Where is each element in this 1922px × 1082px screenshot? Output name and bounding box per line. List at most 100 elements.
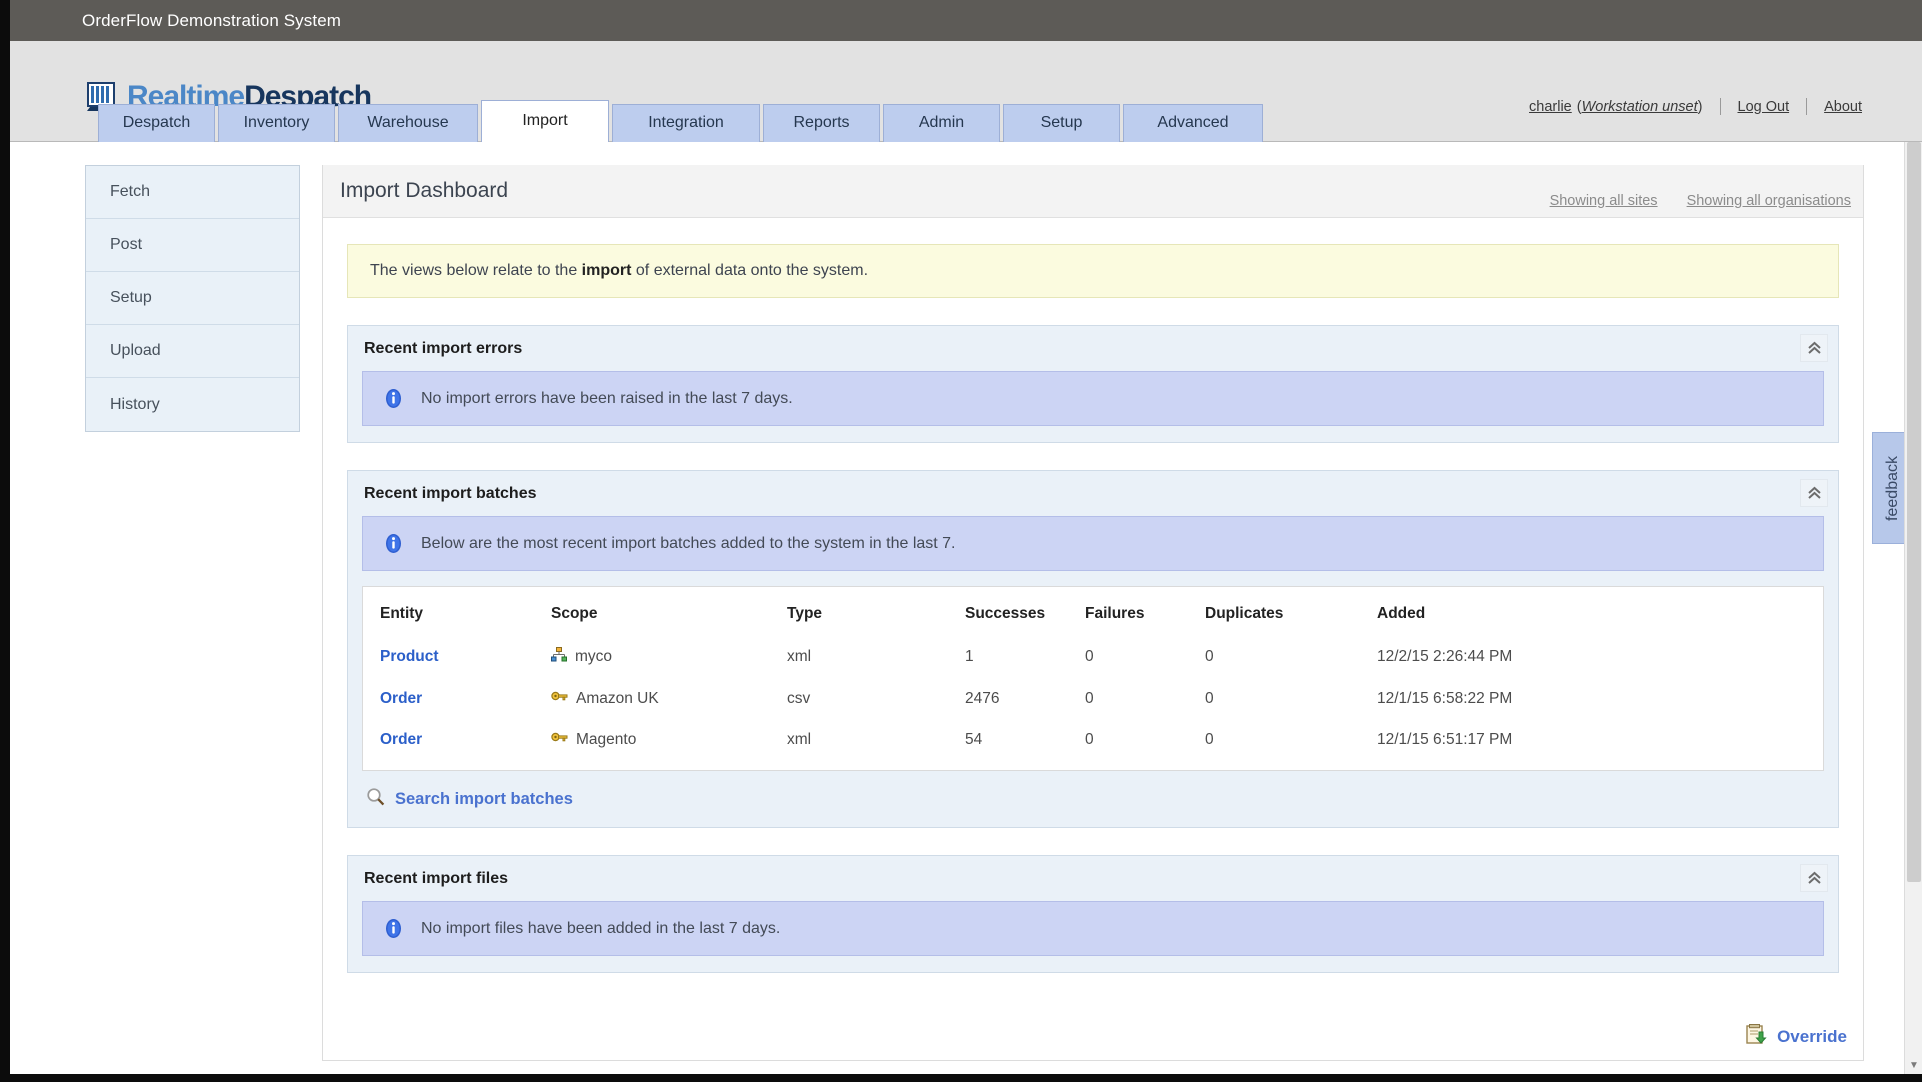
window-left-edge: [0, 0, 10, 1082]
cell-entity: Product: [363, 636, 551, 678]
cell-scope: Amazon UK: [551, 678, 787, 719]
userbar-divider-2: [1806, 98, 1808, 115]
workstation-link[interactable]: Workstation unset: [1582, 99, 1698, 115]
column-header-entity: Entity: [380, 605, 424, 622]
scope-filter-links: Showing all sites Showing all organisati…: [1550, 193, 1851, 209]
cell-duplicates: 0: [1205, 689, 1214, 707]
tab-integration[interactable]: Integration: [612, 104, 760, 142]
double-chevron-up-icon[interactable]: [1800, 479, 1828, 507]
tab-advanced[interactable]: Advanced: [1123, 104, 1263, 142]
window-title: OrderFlow Demonstration System: [82, 10, 342, 30]
cell-added: 12/2/15 2:26:44 PM: [1377, 648, 1513, 665]
entity-link[interactable]: Order: [380, 690, 422, 707]
cell-failures: 0: [1085, 730, 1094, 748]
import-batches-table: Entity Scope Type Successes Failures Duplicat…: [363, 593, 1823, 760]
cell-successes: 1: [965, 648, 974, 665]
tab-despatch[interactable]: Despatch: [98, 104, 215, 142]
info-message-errors-text: No import errors have been raised in the…: [421, 389, 793, 407]
clipboard-download-icon: [1745, 1023, 1767, 1050]
scrollbar-thumb[interactable]: [1907, 142, 1921, 882]
cell-entity: Order: [363, 678, 551, 719]
sidebar-item-setup[interactable]: Setup: [86, 272, 299, 325]
page-content: Fetch Post Setup Upload History Import Dashb…: [10, 142, 1922, 1074]
sidebar-menu: Fetch Post Setup Upload History: [85, 165, 300, 432]
cell-scope: Magento: [551, 719, 787, 760]
info-icon: [383, 388, 404, 409]
sidebar-item-fetch[interactable]: Fetch: [86, 166, 299, 219]
entity-link[interactable]: Order: [380, 731, 422, 748]
cell-failures: 0: [1085, 689, 1094, 707]
cell-failures: 0: [1085, 648, 1094, 665]
cell-type: csv: [787, 689, 811, 707]
cell-successes: 2476: [965, 689, 1000, 707]
sidebar-item-upload[interactable]: Upload: [86, 325, 299, 378]
page-title: Import Dashboard: [340, 179, 509, 202]
main-panel: Import Dashboard Showing all sites Showi…: [322, 165, 1864, 1061]
showing-all-organisations-link[interactable]: Showing all organisations: [1687, 193, 1851, 209]
tab-reports[interactable]: Reports: [763, 104, 880, 142]
column-header-type: Type: [787, 605, 823, 622]
scope-label: Magento: [576, 730, 637, 748]
panel-body-files: No import files have been added in the l…: [348, 901, 1838, 972]
override-row: Override: [1745, 1023, 1847, 1050]
table-row: Order Amazon UK csv 2476 0 0 12/1/15 6:58:22 P…: [363, 678, 1823, 719]
notice-text-before: The views below relate to the: [370, 262, 582, 279]
panel-recent-import-batches: Recent import batches Below are the most…: [347, 470, 1839, 828]
info-message-files-text: No import files have been added in the l…: [421, 919, 781, 937]
cell-type: xml: [787, 648, 812, 665]
override-link[interactable]: Override: [1777, 1027, 1847, 1047]
tab-setup[interactable]: Setup: [1003, 104, 1120, 142]
feedback-label: feedback: [1883, 455, 1901, 521]
info-message-errors: No import errors have been raised in the…: [362, 371, 1824, 426]
notice-text-after: of external data onto the system.: [631, 262, 869, 279]
main-panel-header: Import Dashboard Showing all sites Showi…: [323, 165, 1863, 218]
double-chevron-up-icon[interactable]: [1800, 334, 1828, 362]
sidebar-item-post[interactable]: Post: [86, 219, 299, 272]
userbar-divider-1: [1719, 98, 1721, 115]
browser-scrollbar[interactable]: ▼: [1904, 142, 1922, 1074]
entity-link[interactable]: Product: [380, 648, 439, 665]
column-header-scope: Scope: [551, 605, 598, 622]
tab-warehouse[interactable]: Warehouse: [338, 104, 478, 142]
search-import-batches-link[interactable]: Search import batches: [395, 790, 573, 809]
main-tab-bar: Despatch Inventory Warehouse Import Integrat…: [98, 100, 1263, 142]
panel-recent-import-files: Recent import files No import files have…: [347, 855, 1839, 973]
tab-admin[interactable]: Admin: [883, 104, 1000, 142]
tab-inventory[interactable]: Inventory: [218, 104, 335, 142]
showing-all-sites-link[interactable]: Showing all sites: [1550, 193, 1658, 209]
panel-recent-import-errors: Recent import errors No import errors ha…: [347, 325, 1839, 443]
cell-successes: 54: [965, 730, 983, 748]
magnifier-icon: [366, 787, 385, 811]
app-header: RealtimeDespatch charlie (Workstation un…: [10, 41, 1922, 171]
panel-title-errors: Recent import errors: [364, 339, 523, 357]
panel-body-errors: No import errors have been raised in the…: [348, 371, 1838, 442]
window-titlebar: OrderFlow Demonstration System: [10, 0, 1922, 41]
cell-added: 12/1/15 6:51:17 PM: [1377, 730, 1513, 748]
table-header: Entity Scope Type Successes Failures Duplicat…: [363, 593, 1823, 636]
panel-header-errors: Recent import errors: [348, 326, 1838, 371]
panel-header-files: Recent import files: [348, 856, 1838, 901]
double-chevron-up-icon[interactable]: [1800, 864, 1828, 892]
log-out-link[interactable]: Log Out: [1738, 99, 1790, 115]
window-bottom-edge: [0, 1074, 1922, 1082]
info-icon: [383, 918, 404, 939]
cell-duplicates: 0: [1205, 648, 1214, 665]
organisation-hierarchy-icon: [551, 647, 567, 667]
about-link[interactable]: About: [1824, 99, 1862, 115]
tab-import[interactable]: Import: [481, 100, 609, 142]
current-user-link[interactable]: charlie: [1529, 99, 1572, 115]
panel-title-batches: Recent import batches: [364, 484, 537, 502]
app-window: OrderFlow Demonstration System RealtimeD…: [0, 0, 1922, 1082]
cell-duplicates: 0: [1205, 730, 1214, 748]
sidebar-item-history[interactable]: History: [86, 378, 299, 431]
scope-label: Amazon UK: [576, 689, 659, 707]
panel-header-batches: Recent import batches: [348, 471, 1838, 516]
info-message-batches-text: Below are the most recent import batches…: [421, 534, 956, 552]
notice-text-bold: import: [581, 262, 632, 279]
table-row: Product myco xml 1 0 0 12/2/15 2:26:44 PM: [363, 636, 1823, 678]
scope-label: myco: [575, 648, 613, 665]
search-import-batches-row: Search import batches: [362, 787, 1824, 811]
panel-body-batches: Below are the most recent import batches…: [348, 516, 1838, 827]
scrollbar-down-arrow[interactable]: ▼: [1908, 1060, 1920, 1072]
panel-title-files: Recent import files: [364, 869, 509, 887]
